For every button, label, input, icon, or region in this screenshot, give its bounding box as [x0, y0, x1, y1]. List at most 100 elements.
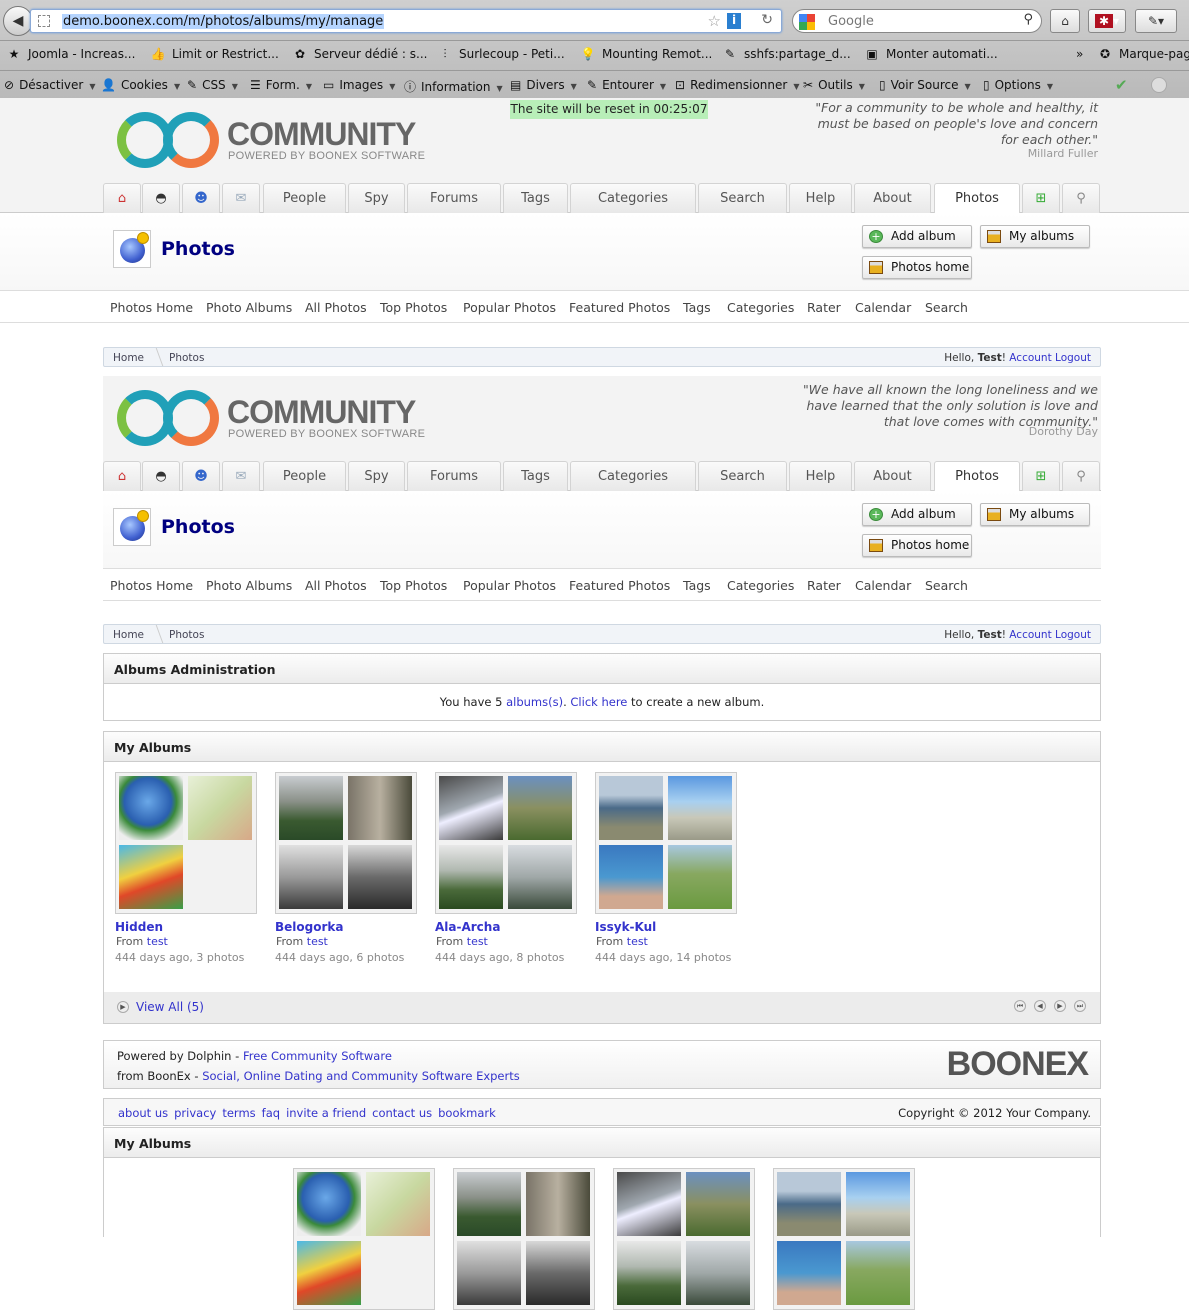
submenu-item[interactable]: Popular Photos	[463, 300, 556, 315]
submenu-item[interactable]: Photo Albums	[206, 578, 292, 593]
submenu-item[interactable]: Search	[925, 578, 968, 593]
account-link[interactable]: Account	[1009, 352, 1051, 364]
photo-thumbnail[interactable]	[777, 1241, 841, 1305]
submenu-item[interactable]: Categories	[727, 578, 794, 593]
webdev-menu-4[interactable]: ▭ Images ▼	[323, 78, 395, 92]
webdev-menu-3[interactable]: ☰ Form. ▼	[250, 78, 312, 92]
webdev-menu-10[interactable]: ▯ Voir Source ▼	[879, 78, 971, 92]
submenu-item[interactable]: Featured Photos	[569, 578, 670, 593]
photo-thumbnail[interactable]	[846, 1241, 910, 1305]
my-albums-button[interactable]: My albums	[980, 503, 1090, 526]
photo-thumbnail[interactable]	[439, 776, 503, 840]
next-page-icon[interactable]: ▶	[1054, 1000, 1066, 1012]
add-album-button[interactable]: + Add album	[862, 225, 972, 248]
search-input[interactable]: Google ⚲	[792, 9, 1042, 33]
owner-link[interactable]: test	[627, 935, 648, 948]
free-software-link[interactable]: Free Community Software	[243, 1049, 392, 1063]
bookmark-item[interactable]: ✿ Serveur dédié : s...	[292, 47, 428, 61]
photo-thumbnail[interactable]	[457, 1241, 521, 1305]
url-bar[interactable]: demo.boonex.com/m/photos/albums/my/manag…	[30, 9, 782, 33]
home-button[interactable]: ⌂	[1050, 9, 1080, 33]
submenu-item[interactable]: Calendar	[855, 578, 911, 593]
nav-tab-tags[interactable]: Tags	[503, 183, 568, 213]
album-thumbnails[interactable]	[613, 1168, 755, 1310]
breadcrumb-photos[interactable]: Photos	[169, 629, 204, 641]
nav-search[interactable]: ⚲	[1062, 461, 1100, 491]
footer-link[interactable]: contact us	[372, 1106, 432, 1120]
bookmark-item[interactable]: ▣ Monter automati...	[864, 47, 997, 61]
nav-tab-people[interactable]: People	[263, 461, 346, 491]
nav-tab-search[interactable]: Search	[698, 183, 787, 213]
album-thumbnails[interactable]	[453, 1168, 595, 1310]
nav-tab-categories[interactable]: Categories	[570, 461, 696, 491]
bookmark-item[interactable]: 👍 Limit or Restrict...	[150, 47, 279, 61]
webdev-menu-7[interactable]: ✎ Entourer ▼	[587, 78, 666, 92]
bookmark-item[interactable]: ★ Joomla - Increas...	[6, 47, 136, 61]
nav-profile[interactable]: ☻	[182, 461, 220, 491]
webdev-menu-9[interactable]: ✂ Outils ▼	[803, 78, 865, 92]
footer-link[interactable]: about us	[118, 1106, 168, 1120]
bookmark-item[interactable]: ⫶ Surlecoup - Peti...	[437, 47, 564, 62]
nav-tab-photos[interactable]: Photos	[934, 461, 1020, 492]
photo-thumbnail[interactable]	[348, 776, 412, 840]
footer-link[interactable]: invite a friend	[286, 1106, 366, 1120]
photo-thumbnail[interactable]	[617, 1241, 681, 1305]
album-title[interactable]: Hidden	[115, 920, 163, 934]
nav-home[interactable]: ⌂	[103, 183, 141, 213]
footer-link[interactable]: bookmark	[438, 1106, 496, 1120]
photo-thumbnail[interactable]	[846, 1172, 910, 1236]
nav-tab-about[interactable]: About	[854, 461, 931, 491]
info-icon[interactable]: i	[727, 13, 741, 29]
photo-thumbnail[interactable]	[439, 845, 503, 909]
submenu-item[interactable]: Tags	[683, 578, 711, 593]
breadcrumb-photos[interactable]: Photos	[169, 352, 204, 364]
photo-thumbnail[interactable]	[297, 1172, 361, 1236]
submenu-item[interactable]: Photos Home	[110, 300, 193, 315]
nav-profile[interactable]: ☻	[182, 183, 220, 213]
footer-link[interactable]: terms	[222, 1106, 255, 1120]
submenu-item[interactable]: Photo Albums	[206, 300, 292, 315]
submenu-item[interactable]: Top Photos	[380, 578, 447, 593]
breadcrumb-home[interactable]: Home	[113, 352, 144, 364]
nav-dashboard[interactable]: ◓	[142, 183, 180, 213]
community-logo[interactable]: COMMUNITY POWERED BY BOONEX SOFTWARE	[117, 110, 427, 170]
webdev-menu-11[interactable]: ▯ Options ▼	[983, 78, 1053, 92]
photo-thumbnail[interactable]	[599, 776, 663, 840]
account-link[interactable]: Account	[1009, 629, 1051, 641]
logout-link[interactable]: Logout	[1055, 352, 1091, 364]
photo-thumbnail[interactable]	[617, 1172, 681, 1236]
photo-thumbnail[interactable]	[457, 1172, 521, 1236]
reload-icon[interactable]: ↻	[761, 12, 773, 28]
albums-link[interactable]: albums(s)	[506, 695, 563, 709]
boonex-experts-link[interactable]: Social, Online Dating and Community Soft…	[202, 1069, 520, 1083]
photo-thumbnail[interactable]	[188, 776, 252, 840]
photo-thumbnail[interactable]	[508, 776, 572, 840]
boonex-logo[interactable]: BOONEX	[947, 1045, 1089, 1084]
nav-mail[interactable]: ✉	[222, 183, 260, 213]
nav-tab-forums[interactable]: Forums	[407, 461, 501, 491]
album-thumbnails[interactable]	[293, 1168, 435, 1310]
photo-thumbnail[interactable]	[297, 1241, 361, 1305]
webdev-menu-0[interactable]: ⊘ Désactiver ▼	[4, 78, 96, 92]
photo-thumbnail[interactable]	[668, 845, 732, 909]
star-icon[interactable]: ☆	[708, 12, 721, 30]
more-bookmarks-icon[interactable]: »	[1076, 47, 1083, 61]
submenu-item[interactable]: Categories	[727, 300, 794, 315]
nav-tab-help[interactable]: Help	[789, 461, 852, 491]
photo-thumbnail[interactable]	[279, 845, 343, 909]
owner-link[interactable]: test	[307, 935, 328, 948]
footer-link[interactable]: privacy	[174, 1106, 216, 1120]
nav-tab-categories[interactable]: Categories	[570, 183, 696, 213]
album-thumbnails[interactable]	[595, 772, 737, 914]
nav-tab-spy[interactable]: Spy	[348, 461, 405, 491]
webdev-menu-5[interactable]: ⓘ Information ▼	[404, 78, 503, 95]
photos-home-button[interactable]: Photos home	[862, 256, 972, 279]
bookmark-item[interactable]: ✎ sshfs:partage_d...	[722, 47, 851, 61]
nav-tab-spy[interactable]: Spy	[348, 183, 405, 213]
nav-home[interactable]: ⌂	[103, 461, 141, 491]
create-album-link[interactable]: Click here	[570, 695, 627, 709]
webdev-menu-1[interactable]: 👤 Cookies ▼	[101, 78, 180, 92]
submenu-item[interactable]: Rater	[807, 300, 841, 315]
submenu-item[interactable]: Featured Photos	[569, 300, 670, 315]
logout-link[interactable]: Logout	[1055, 629, 1091, 641]
